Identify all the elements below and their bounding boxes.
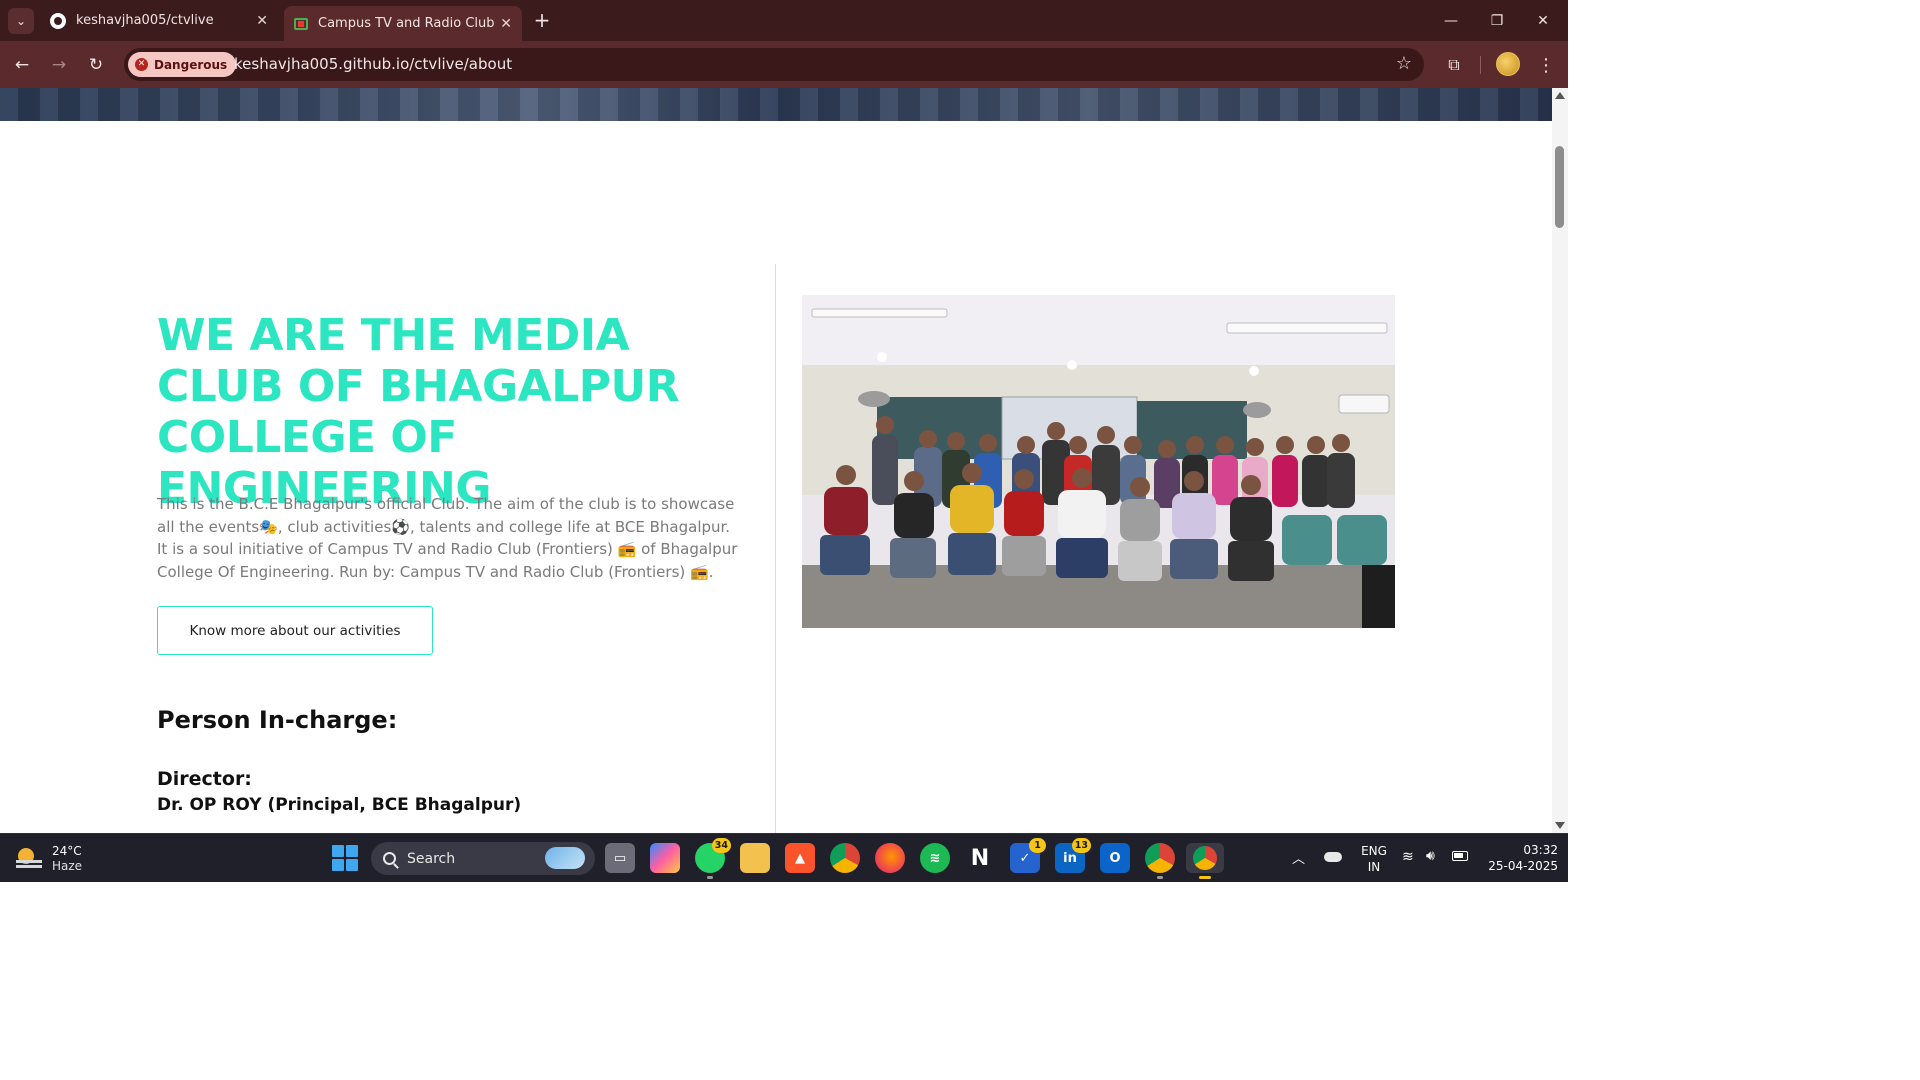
director-name: Dr. OP ROY (Principal, BCE Bhagalpur) [157, 795, 522, 815]
profile-avatar[interactable] [1496, 52, 1520, 76]
todo-check-icon[interactable]: ✓ 1 [1010, 838, 1046, 873]
toolbar-divider [1480, 56, 1481, 74]
search-highlight-image [545, 847, 585, 869]
tab-strip: ⌄ keshavjha005/ctvlive ✕ Campus TV and R… [0, 0, 1568, 41]
linkedin-icon[interactable]: in 13 [1055, 838, 1091, 873]
danger-icon: ✕ [135, 58, 148, 71]
chrome-profile-icon[interactable] [1145, 843, 1175, 879]
taskbar-search-box[interactable]: Search [371, 842, 595, 875]
tab-close-icon[interactable]: ✕ [500, 16, 512, 32]
todo-badge: 1 [1029, 838, 1046, 853]
whatsapp-badge: 34 [711, 838, 731, 853]
know-more-button[interactable]: Know more about our activities [157, 606, 433, 655]
wifi-icon[interactable]: ≋ [1402, 849, 1414, 865]
scroll-thumb[interactable] [1555, 146, 1564, 228]
tab-title: keshavjha005/ctvlive [76, 13, 214, 28]
weather-widget[interactable]: 24°C Haze [16, 840, 82, 878]
system-clock[interactable]: 03:32 25-04-2025 [1478, 842, 1558, 874]
hero-banner-image [0, 88, 1552, 121]
lang-code: ENG [1361, 844, 1387, 858]
spotify-icon[interactable]: ≋ [920, 843, 950, 873]
tab-search-button[interactable]: ⌄ [8, 8, 34, 34]
new-tab-button[interactable]: + [530, 8, 554, 32]
back-arrow-icon[interactable]: ← [8, 51, 36, 79]
input-language-indicator[interactable]: ENG IN [1358, 843, 1390, 875]
minimize-button[interactable]: — [1428, 0, 1474, 41]
outlook-icon[interactable]: O [1100, 843, 1130, 873]
restore-button[interactable]: ❐ [1474, 0, 1520, 41]
brave-icon[interactable]: ▲ [785, 843, 815, 873]
page-viewport: WE ARE THE MEDIA CLUB OF BHAGALPUR COLLE… [0, 88, 1552, 833]
reload-icon[interactable]: ↻ [82, 51, 110, 79]
task-view-icon[interactable]: ▭ [605, 843, 635, 873]
security-label: Dangerous [154, 57, 228, 72]
windows-taskbar: 24°C Haze Search ▭ 34 ▲ ≋ N ✓ 1 in 13 O … [0, 833, 1568, 882]
volume-icon[interactable]: 🔊︎ [1426, 848, 1435, 864]
linkedin-badge: 13 [1071, 838, 1091, 853]
whatsapp-icon[interactable]: 34 [695, 838, 731, 879]
director-label: Director: [157, 768, 252, 790]
clock-time: 03:32 [1523, 843, 1558, 857]
notion-icon[interactable]: N [965, 843, 995, 873]
clock-date: 25-04-2025 [1488, 859, 1558, 873]
tab-close-icon[interactable]: ✕ [256, 13, 268, 29]
search-placeholder: Search [407, 850, 456, 867]
page-headline: WE ARE THE MEDIA CLUB OF BHAGALPUR COLLE… [157, 310, 680, 514]
onedrive-cloud-icon[interactable] [1324, 852, 1342, 862]
bookmark-star-icon[interactable]: ☆ [1396, 53, 1412, 74]
copilot-icon[interactable] [650, 843, 680, 873]
scroll-up-arrow-icon[interactable] [1555, 92, 1565, 99]
tray-overflow-chevron-icon[interactable]: ︿ [1292, 848, 1305, 867]
scroll-down-arrow-icon[interactable] [1555, 822, 1565, 829]
github-icon [50, 12, 66, 29]
extensions-puzzle-icon[interactable]: ⧉ [1440, 51, 1468, 79]
person-incharge-heading: Person In-charge: [157, 706, 398, 734]
vertical-scrollbar[interactable] [1552, 88, 1568, 833]
menu-kebab-icon[interactable]: ⋮ [1534, 51, 1558, 79]
weather-condition: Haze [52, 859, 83, 873]
column-divider [775, 264, 776, 833]
haze-weather-icon [16, 848, 42, 870]
battery-icon[interactable] [1452, 851, 1468, 861]
forward-arrow-icon[interactable]: → [45, 51, 73, 79]
tab-title: Campus TV and Radio Club [318, 16, 495, 31]
security-warning-chip[interactable]: ✕ Dangerous [128, 52, 237, 77]
weather-temperature: 24°C [52, 844, 82, 858]
about-paragraph: This is the B.C.E Bhagalpur's official C… [157, 495, 738, 582]
url-text[interactable]: keshavjha005.github.io/ctvlive/about [234, 48, 512, 81]
chrome-icon[interactable] [830, 843, 860, 873]
search-icon [383, 852, 396, 865]
tab-github[interactable]: keshavjha005/ctvlive ✕ [40, 0, 278, 41]
team-group-photo [802, 295, 1395, 628]
address-bar[interactable]: ✕ Dangerous keshavjha005.github.io/ctvli… [124, 48, 1424, 81]
firefox-icon[interactable] [875, 843, 905, 873]
close-window-button[interactable]: ✕ [1520, 0, 1566, 41]
chrome-active-icon[interactable] [1186, 843, 1224, 879]
lang-region: IN [1367, 860, 1381, 874]
tv-icon [294, 17, 308, 30]
windows-start-icon[interactable] [332, 845, 358, 871]
browser-toolbar: ← → ↻ ✕ Dangerous keshavjha005.github.io… [0, 41, 1568, 88]
file-explorer-icon[interactable] [740, 843, 770, 873]
tab-campus-tv[interactable]: Campus TV and Radio Club ✕ [284, 6, 522, 41]
